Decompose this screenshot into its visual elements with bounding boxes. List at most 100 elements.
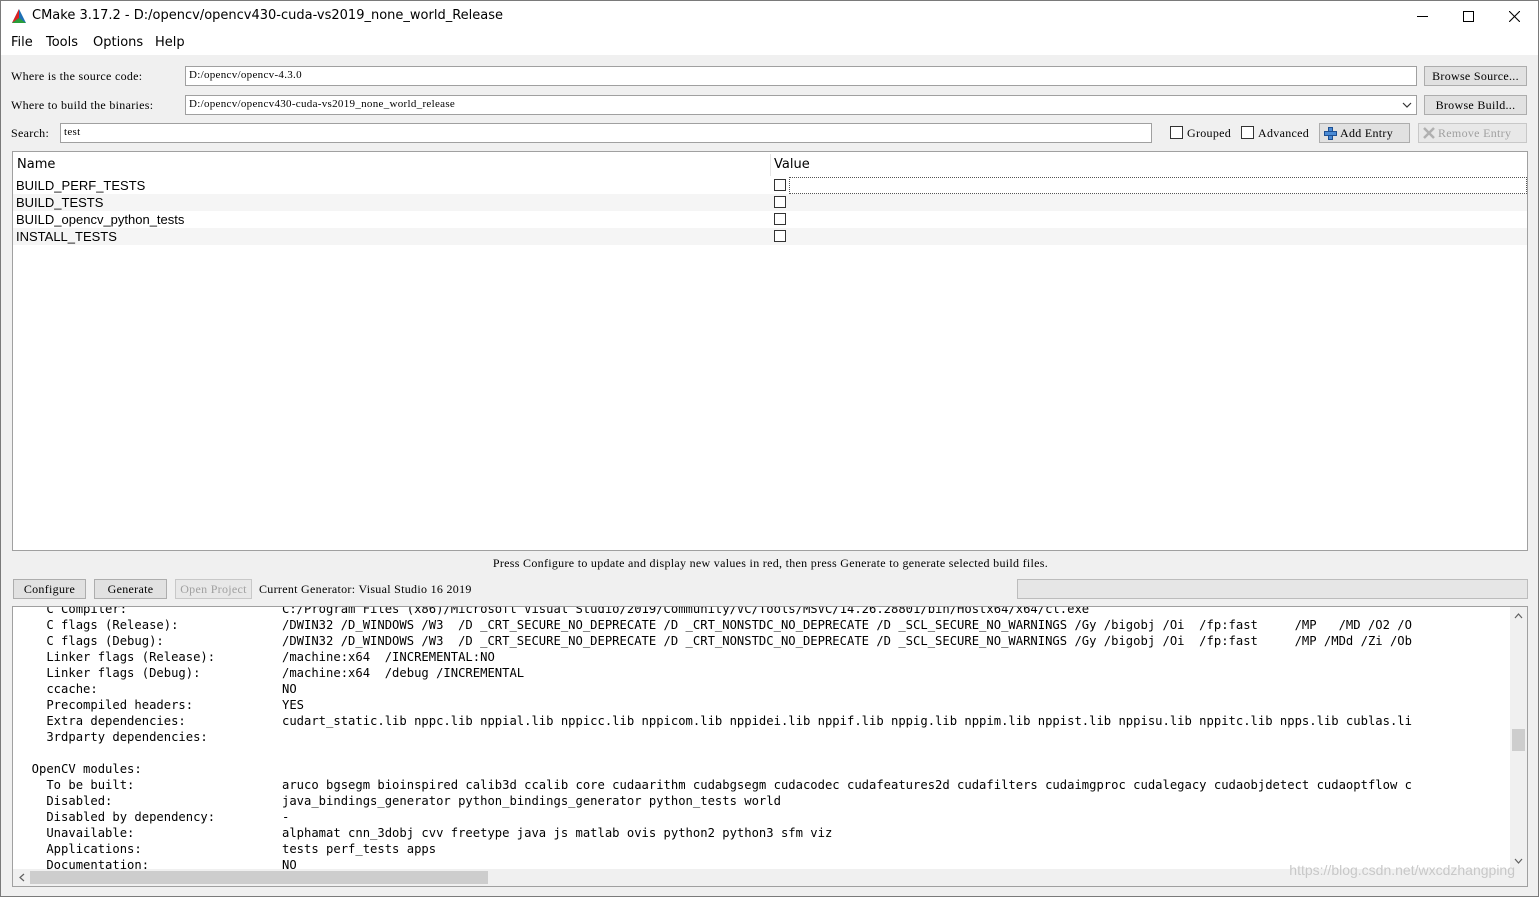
output-key: C Compiler: xyxy=(17,606,128,616)
output-key: 3rdparty dependencies: xyxy=(17,730,208,744)
browse-source-button[interactable]: Browse Source... xyxy=(1424,66,1527,86)
menu-tools[interactable]: Tools xyxy=(46,35,78,50)
output-line: OpenCV modules: xyxy=(17,761,1510,777)
horizontal-scroll-thumb[interactable] xyxy=(30,871,488,884)
output-line: C flags (Release): /DWIN32 /D_WINDOWS /W3… xyxy=(17,617,1510,633)
cmake-window: CMake 3.17.2 - D:/opencv/opencv430-cuda-… xyxy=(0,0,1539,897)
entry-value-checkbox[interactable] xyxy=(774,213,786,225)
output-value: NO xyxy=(282,858,297,869)
entry-value-checkbox[interactable] xyxy=(774,230,786,242)
grouped-label: Grouped xyxy=(1187,126,1232,140)
output-line: Linker flags (Release): /machine:x64 /INC… xyxy=(17,649,1510,665)
output-line: ccache: NO xyxy=(17,681,1510,697)
maximize-icon xyxy=(1462,10,1474,22)
menu-bar: File Tools Options Help xyxy=(1,31,1538,55)
output-line: Extra dependencies: cudart_static.lib npp… xyxy=(17,713,1510,729)
remove-entry-button[interactable]: Remove Entry xyxy=(1418,123,1527,143)
column-header-name[interactable]: Name xyxy=(13,152,59,176)
cmake-logo-icon xyxy=(12,9,26,23)
output-line: Precompiled headers: YES xyxy=(17,697,1510,713)
entry-name: BUILD_TESTS xyxy=(16,195,104,210)
menu-options[interactable]: Options xyxy=(93,35,143,50)
search-input[interactable]: test xyxy=(60,123,1152,143)
output-line: Applications: tests perf_tests apps xyxy=(17,841,1510,857)
status-message: Press Configure to update and display ne… xyxy=(492,556,1049,570)
vertical-scrollbar[interactable] xyxy=(1510,607,1527,869)
output-value: - xyxy=(282,810,290,824)
output-key: Applications: xyxy=(17,842,142,856)
output-key: OpenCV modules: xyxy=(17,762,142,776)
maximize-button[interactable] xyxy=(1445,1,1491,31)
generate-button[interactable]: Generate xyxy=(94,579,167,599)
entry-value-checkbox[interactable] xyxy=(774,179,786,191)
minimize-button[interactable] xyxy=(1399,1,1445,31)
scroll-up-arrow[interactable] xyxy=(1510,607,1527,624)
output-value: alphamat cnn_3dobj cvv freetype java js … xyxy=(282,826,833,840)
remove-entry-label: Remove Entry xyxy=(1438,125,1512,140)
source-path-input[interactable]: D:/opencv/opencv-4.3.0 xyxy=(185,66,1417,86)
output-value: C:/Program Files (x86)/Microsoft Visual … xyxy=(282,606,1090,616)
column-header-value[interactable]: Value xyxy=(770,152,814,176)
menu-help[interactable]: Help xyxy=(155,35,185,50)
output-log[interactable]: C Compiler: C:/Program Files (x86)/Micros… xyxy=(12,606,1528,887)
configure-button[interactable]: Configure xyxy=(13,579,86,599)
output-value: /machine:x64 /INCREMENTAL:NO xyxy=(282,650,495,664)
output-value: /DWIN32 /D_WINDOWS /W3 /D _CRT_SECURE_NO… xyxy=(282,634,1412,648)
close-icon xyxy=(1508,10,1520,22)
table-row[interactable]: BUILD_opencv_python_tests xyxy=(13,211,1527,228)
title-bar: CMake 3.17.2 - D:/opencv/opencv430-cuda-… xyxy=(1,1,1538,31)
output-value: /DWIN32 /D_WINDOWS /W3 /D _CRT_SECURE_NO… xyxy=(282,618,1412,632)
chevron-left-icon xyxy=(18,873,24,882)
plus-icon xyxy=(1324,126,1337,140)
table-row[interactable]: INSTALL_TESTS xyxy=(13,228,1527,245)
output-line: Disabled by dependency: - xyxy=(17,809,1510,825)
output-text-area[interactable]: C Compiler: C:/Program Files (x86)/Micros… xyxy=(17,606,1510,869)
scroll-left-arrow[interactable] xyxy=(13,869,30,886)
add-entry-label: Add Entry xyxy=(1340,125,1394,140)
browse-build-button[interactable]: Browse Build... xyxy=(1424,95,1527,115)
advanced-checkbox[interactable] xyxy=(1241,126,1254,139)
grouped-checkbox[interactable] xyxy=(1170,126,1183,139)
output-line: To be built: aruco bgsegm bioinspired cal… xyxy=(17,777,1510,793)
output-value: YES xyxy=(282,698,305,712)
output-value: aruco bgsegm bioinspired calib3d ccalib … xyxy=(282,778,1412,792)
current-generator: Current Generator: Visual Studio 16 2019 xyxy=(259,582,472,596)
output-line: 3rdparty dependencies: xyxy=(17,729,1510,745)
output-line: Disabled: java_bindings_generator python_… xyxy=(17,793,1510,809)
output-key: Disabled: xyxy=(17,794,113,808)
source-label: Where is the source code: xyxy=(11,69,143,83)
chevron-down-icon xyxy=(1514,858,1523,864)
search-label: Search: xyxy=(11,126,50,140)
entry-value-checkbox[interactable] xyxy=(774,196,786,208)
table-row[interactable]: BUILD_PERF_TESTS xyxy=(13,177,1527,194)
build-path-value: D:/opencv/opencv430-cuda-vs2019_none_wor… xyxy=(189,98,456,110)
add-entry-button[interactable]: Add Entry xyxy=(1319,123,1410,143)
menu-file[interactable]: File xyxy=(11,35,33,50)
output-key: ccache: xyxy=(17,682,98,696)
output-key: Linker flags (Debug): xyxy=(17,666,201,680)
output-key: C flags (Debug): xyxy=(17,634,164,648)
cache-table: Name Value BUILD_PERF_TESTS BUILD_TESTS … xyxy=(12,151,1528,551)
output-key: Precompiled headers: xyxy=(17,698,194,712)
entry-name: BUILD_PERF_TESTS xyxy=(16,178,146,193)
horizontal-scrollbar[interactable] xyxy=(13,869,1510,886)
output-line: Unavailable: alphamat cnn_3dobj cvv freet… xyxy=(17,825,1510,841)
output-key: Disabled by dependency: xyxy=(17,810,216,824)
output-key: Documentation: xyxy=(17,858,150,869)
open-project-button[interactable]: Open Project xyxy=(175,579,252,599)
chevron-down-icon[interactable] xyxy=(1402,101,1412,109)
build-path-combobox[interactable]: D:/opencv/opencv430-cuda-vs2019_none_wor… xyxy=(185,95,1417,115)
output-line: C flags (Debug): /DWIN32 /D_WINDOWS /W3 /… xyxy=(17,633,1510,649)
output-value: java_bindings_generator python_bindings_… xyxy=(282,794,781,808)
close-button[interactable] xyxy=(1491,1,1537,31)
entry-focus-rect xyxy=(789,177,1527,194)
table-row[interactable]: BUILD_TESTS xyxy=(13,194,1527,211)
vertical-scroll-thumb[interactable] xyxy=(1512,729,1525,751)
output-key: To be built: xyxy=(17,778,135,792)
output-value: /machine:x64 /debug /INCREMENTAL xyxy=(282,666,525,680)
advanced-label: Advanced xyxy=(1258,126,1310,140)
output-value: tests perf_tests apps xyxy=(282,842,437,856)
build-label: Where to build the binaries: xyxy=(11,98,154,112)
entry-name: BUILD_opencv_python_tests xyxy=(16,212,185,227)
